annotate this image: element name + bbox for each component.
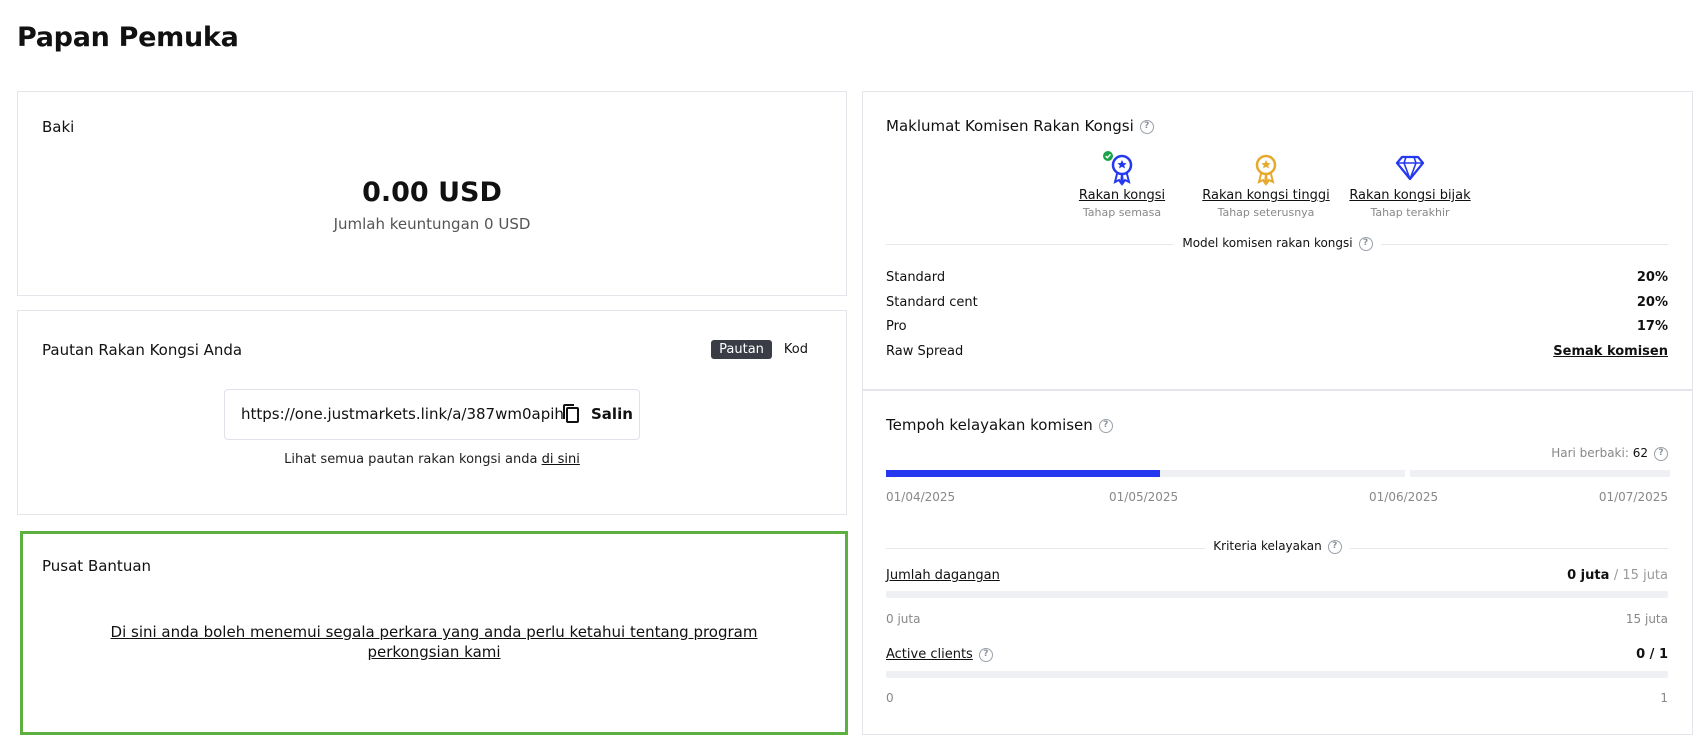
metric-current: 0 juta	[1567, 568, 1610, 583]
stage-smart-partner: Rakan kongsi bijak Tahap terakhir	[1335, 150, 1485, 219]
trade-volume-bar	[886, 591, 1668, 598]
period-date: 01/06/2025	[1369, 490, 1439, 504]
help-icon[interactable]: ?	[1098, 418, 1113, 433]
help-icon[interactable]: ?	[1654, 446, 1668, 461]
partner-link-box: https://one.justmarkets.link/a/387wm0api…	[224, 389, 640, 440]
help-icon[interactable]: ?	[978, 647, 993, 662]
stage-name[interactable]: Rakan kongsi tinggi	[1191, 188, 1341, 203]
help-center-link[interactable]: Di sini anda boleh menemui segala perkar…	[103, 622, 765, 662]
help-icon[interactable]: ?	[1327, 539, 1342, 554]
trade-volume-value: 0 juta / 15 juta	[1567, 568, 1668, 583]
partner-link-card: Pautan Rakan Kongsi Anda Pautan Kod http…	[17, 310, 847, 515]
commission-card: Maklumat Komisen Rakan Kongsi? Rakan kon…	[862, 91, 1693, 390]
rate-value: 17%	[1636, 319, 1668, 334]
commission-model-text: Model komisen rakan kongsi	[1182, 236, 1353, 250]
rate-row: Raw Spread Semak komisen	[886, 344, 1668, 359]
stage-name[interactable]: Rakan kongsi	[1047, 188, 1197, 203]
metric-max: 15 juta	[1625, 612, 1668, 626]
all-links-note-text: Lihat semua pautan rakan kongsi anda	[284, 452, 542, 467]
active-clients-bar	[886, 671, 1668, 678]
days-left-value: 62	[1632, 446, 1648, 460]
days-left-label: Hari berbaki:	[1551, 446, 1629, 460]
metric-target: / 15 juta	[1613, 568, 1668, 583]
help-center-card[interactable]: Pusat Bantuan Di sini anda boleh menemui…	[20, 531, 848, 735]
metric-max: 1	[1660, 691, 1668, 705]
rate-label: Pro	[886, 319, 907, 334]
copy-icon[interactable]	[561, 403, 581, 425]
period-progress-fill	[886, 470, 1160, 477]
period-title-text: Tempoh kelayakan komisen	[886, 416, 1093, 434]
stage-high-partner: Rakan kongsi tinggi Tahap seterusnya	[1191, 150, 1341, 219]
balance-title: Baki	[42, 118, 75, 136]
period-date: 01/05/2025	[1109, 490, 1179, 504]
rate-row: Pro 17%	[886, 319, 1668, 334]
active-clients-link[interactable]: Active clients?	[886, 647, 993, 662]
period-date: 01/07/2025	[1598, 490, 1668, 504]
partner-link-title: Pautan Rakan Kongsi Anda	[42, 341, 243, 359]
eligibility-period-card: Tempoh kelayakan komisen? Hari berbaki: …	[862, 390, 1693, 735]
rate-label: Raw Spread	[886, 344, 964, 359]
rate-row: Standard 20%	[886, 270, 1668, 285]
active-clients-label[interactable]: Active clients	[886, 647, 973, 662]
criteria-label: Kriteria kelayakan?	[863, 539, 1692, 554]
period-segment	[1410, 470, 1670, 477]
rate-row: Standard cent 20%	[886, 295, 1668, 310]
stage-status: Tahap seterusnya	[1217, 206, 1315, 219]
period-date: 01/04/2025	[886, 490, 956, 504]
medal-blue-icon	[1103, 151, 1133, 186]
metric-min: 0	[886, 691, 894, 705]
total-profit: Jumlah keuntungan 0 USD	[333, 215, 531, 233]
active-clients-value: 0 / 1	[1636, 647, 1668, 662]
stage-name[interactable]: Rakan kongsi bijak	[1335, 188, 1485, 203]
rate-value: 20%	[1636, 270, 1668, 285]
balance-card: Baki 0.00 USD Jumlah keuntungan 0 USD	[17, 91, 847, 296]
check-commission-link[interactable]: Semak komisen	[1553, 344, 1668, 359]
period-segment	[1150, 470, 1405, 477]
days-left: Hari berbaki: 62?	[1551, 446, 1668, 461]
metric-target: / 1	[1649, 647, 1668, 662]
rate-label: Standard	[886, 270, 946, 285]
help-icon[interactable]: ?	[1358, 236, 1373, 251]
partner-stages: Rakan kongsi Tahap semasa Rakan kongsi t…	[863, 92, 1694, 232]
stage-partner: Rakan kongsi Tahap semasa	[1047, 150, 1197, 219]
commission-model-label: Model komisen rakan kongsi?	[863, 236, 1692, 251]
stage-status: Tahap semasa	[1082, 206, 1162, 219]
all-links-link[interactable]: di sini	[542, 452, 580, 467]
rate-value: 20%	[1636, 295, 1668, 310]
metric-min: 0 juta	[886, 612, 921, 626]
partner-link-url[interactable]: https://one.justmarkets.link/a/387wm0api…	[241, 405, 564, 423]
link-code-toggle: Pautan Kod	[711, 340, 816, 359]
balance-amount: 0.00 USD	[362, 177, 502, 208]
tab-link[interactable]: Pautan	[711, 340, 772, 359]
copy-button[interactable]: Salin	[591, 405, 633, 423]
tab-code[interactable]: Kod	[776, 340, 816, 359]
medal-gold-icon	[1255, 154, 1277, 186]
help-center-title: Pusat Bantuan	[42, 557, 152, 575]
metric-current: 0	[1636, 647, 1646, 662]
stage-status: Tahap terakhir	[1370, 206, 1450, 219]
all-links-note: Lihat semua pautan rakan kongsi anda di …	[18, 452, 846, 467]
period-title: Tempoh kelayakan komisen?	[886, 416, 1113, 434]
trade-volume-link[interactable]: Jumlah dagangan	[886, 568, 1000, 583]
diamond-icon	[1395, 155, 1425, 181]
page-title: Papan Pemuka	[17, 22, 239, 53]
criteria-text: Kriteria kelayakan	[1213, 539, 1322, 553]
rate-label: Standard cent	[886, 295, 978, 310]
